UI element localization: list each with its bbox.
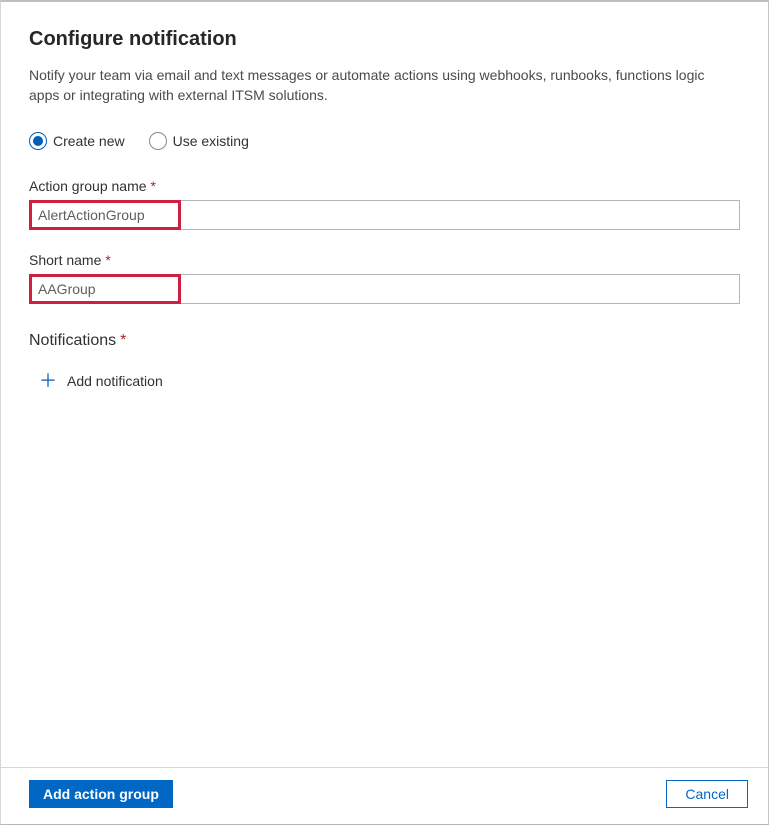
configure-notification-panel: Configure notification Notify your team … (0, 0, 769, 825)
section-label-text: Notifications (29, 332, 116, 349)
short-name-input-row (29, 272, 740, 304)
radio-dot-icon (33, 136, 43, 146)
required-star-icon: * (120, 332, 126, 349)
required-star-icon: * (105, 252, 110, 268)
add-action-group-button[interactable]: Add action group (29, 780, 173, 808)
action-group-name-highlight (29, 200, 181, 230)
required-star-icon: * (151, 178, 156, 194)
notifications-section-title: Notifications* (29, 332, 740, 350)
radio-create-new[interactable]: Create new (29, 132, 125, 150)
label-text: Short name (29, 252, 101, 268)
short-name-label: Short name* (29, 252, 740, 268)
label-text: Action group name (29, 178, 147, 194)
radio-use-existing[interactable]: Use existing (149, 132, 249, 150)
short-name-input[interactable] (32, 277, 178, 301)
action-group-name-input[interactable] (32, 203, 178, 227)
panel-content: Configure notification Notify your team … (1, 2, 768, 767)
radio-icon (149, 132, 167, 150)
cancel-button[interactable]: Cancel (666, 780, 748, 808)
radio-use-existing-label: Use existing (173, 133, 249, 149)
action-group-name-field: Action group name* (29, 178, 740, 230)
mode-radio-group: Create new Use existing (29, 132, 740, 150)
action-group-name-label: Action group name* (29, 178, 740, 194)
radio-icon (29, 132, 47, 150)
add-notification-button[interactable]: ＋ Add notification (39, 372, 163, 390)
input-rest-border[interactable] (181, 200, 740, 230)
panel-footer: Add action group Cancel (1, 767, 768, 824)
page-title: Configure notification (29, 28, 740, 51)
radio-create-new-label: Create new (53, 133, 125, 149)
action-group-name-input-row (29, 198, 740, 230)
short-name-highlight (29, 274, 181, 304)
page-description: Notify your team via email and text mess… (29, 65, 729, 106)
add-notification-label: Add notification (67, 373, 163, 389)
short-name-field: Short name* (29, 252, 740, 304)
input-rest-border[interactable] (181, 274, 740, 304)
plus-icon: ＋ (39, 372, 57, 390)
